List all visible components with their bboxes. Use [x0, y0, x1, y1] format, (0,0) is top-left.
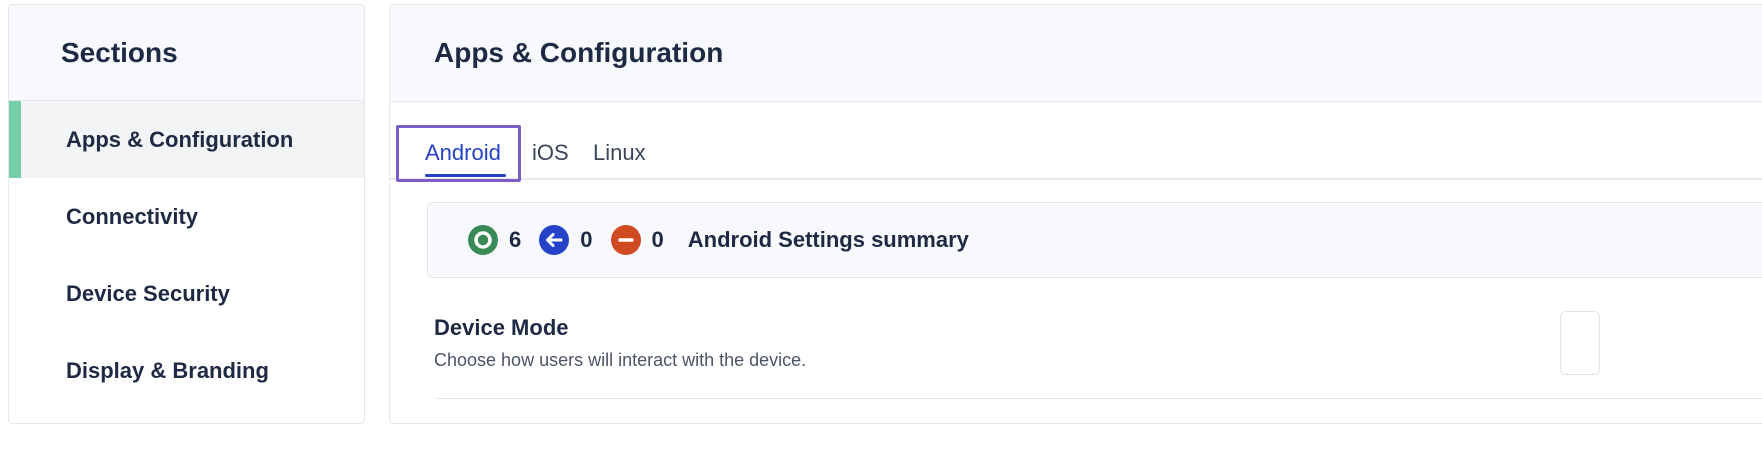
stat-applied: 6 — [468, 225, 521, 255]
tab-linux[interactable]: Linux — [593, 140, 646, 166]
sidebar-item-connectivity[interactable]: Connectivity — [9, 178, 364, 255]
stat-count-blocked: 0 — [651, 227, 664, 252]
device-mode-control[interactable] — [1560, 311, 1600, 375]
check-circle-icon — [468, 225, 498, 255]
sidebar-title: Sections — [61, 37, 178, 68]
summary-label: Android Settings summary — [687, 227, 969, 252]
sidebar-item-label: Apps & Configuration — [66, 126, 294, 152]
platform-tabs: Android iOS Linux — [390, 102, 1762, 182]
stat-count-applied: 6 — [509, 227, 522, 252]
page-title: Apps & Configuration — [434, 37, 724, 68]
active-tab-indicator — [425, 174, 506, 177]
tab-ios[interactable]: iOS — [532, 140, 569, 166]
main-panel: Apps & Configuration Android iOS Linux 6… — [389, 4, 1762, 424]
sidebar-item-label: Display & Branding — [66, 357, 269, 383]
sidebar-item-label: Connectivity — [66, 203, 199, 229]
sidebar-item-apps-configuration[interactable]: Apps & Configuration — [9, 101, 364, 178]
sidebar-item-label: Device Security — [66, 280, 230, 306]
tab-android[interactable]: Android — [425, 140, 501, 166]
divider — [434, 398, 1762, 399]
minus-circle-icon — [610, 225, 641, 255]
sidebar-item-device-security[interactable]: Device Security — [9, 255, 364, 332]
stat-count-inherited: 0 — [580, 227, 593, 252]
stat-blocked: 0 — [610, 225, 664, 255]
sidebar-item-display-branding[interactable]: Display & Branding — [9, 332, 364, 409]
arrow-left-icon — [539, 225, 570, 255]
sidebar-header: Sections — [9, 5, 364, 101]
main-header: Apps & Configuration — [390, 5, 1762, 102]
settings-summary[interactable]: 6 0 0 Android Settings summary — [427, 202, 1762, 278]
stat-inherited: 0 — [539, 225, 593, 255]
sections-sidebar: Sections Apps & Configuration Connectivi… — [8, 4, 365, 424]
